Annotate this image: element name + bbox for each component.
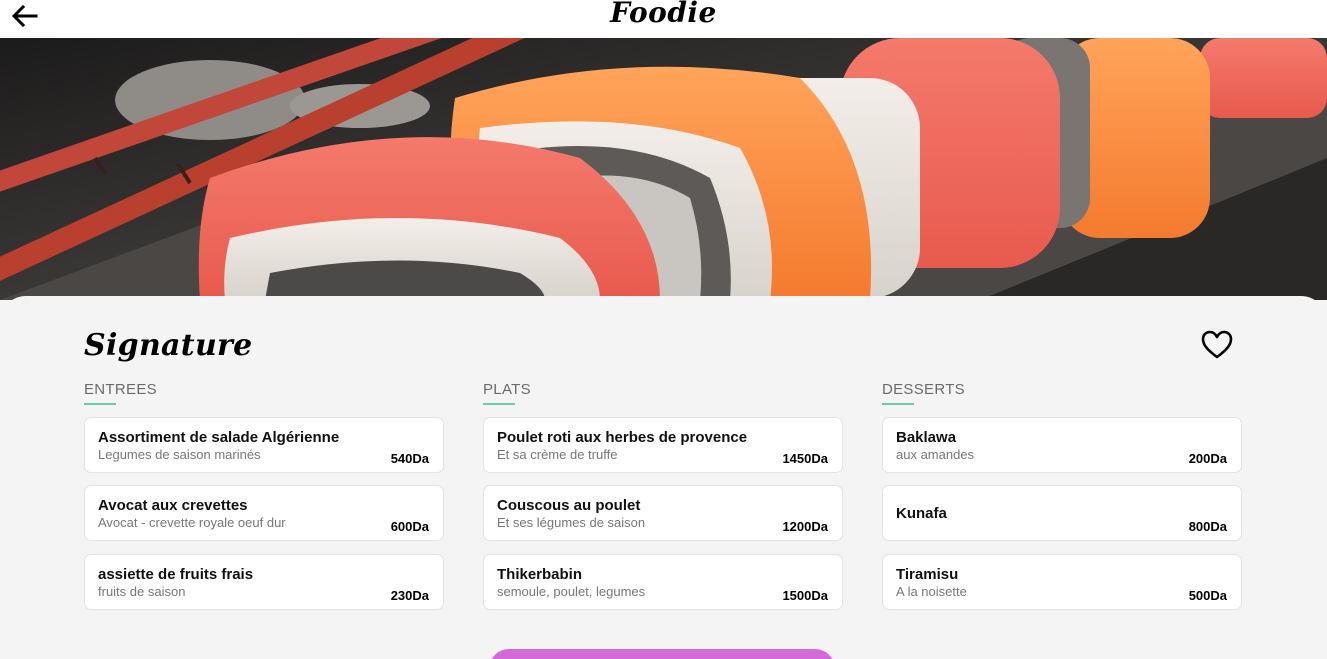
menu-item-price: 500Da bbox=[1188, 588, 1227, 603]
menu-item-name: Thikerbabin bbox=[497, 566, 583, 583]
menu-item-name: Avocat aux crevettes bbox=[98, 497, 248, 514]
menu-item-name: Tiramisu bbox=[896, 566, 959, 583]
menu-item-name: Kunafa bbox=[896, 505, 947, 522]
top-app-bar: Foodie bbox=[0, 0, 1327, 38]
menu-item-card[interactable]: Thikerbabin semoule, poulet, legumes 150… bbox=[483, 554, 843, 610]
column-entrees: ENTREES Assortiment de salade Algérienne… bbox=[84, 381, 444, 610]
menu-item-description: semoule, poulet, legumes bbox=[497, 584, 646, 599]
column-heading-underline bbox=[483, 403, 515, 405]
column-plats: PLATS Poulet roti aux herbes de provence… bbox=[483, 381, 843, 610]
menu-item-card[interactable]: Avocat aux crevettes Avocat - crevette r… bbox=[84, 485, 444, 541]
menu-item-card[interactable]: Poulet roti aux herbes de provence Et sa… bbox=[483, 417, 843, 473]
menu-item-price: 1500Da bbox=[782, 588, 828, 603]
brand-logo-text: Foodie bbox=[610, 0, 717, 29]
menu-item-description: Et ses légumes de saison bbox=[497, 515, 646, 530]
menu-item-card[interactable]: Kunafa 800Da bbox=[882, 485, 1242, 541]
column-desserts: DESSERTS Baklawa aux amandes 200Da Kunaf… bbox=[882, 381, 1242, 610]
menu-title: Signature bbox=[84, 328, 253, 363]
hero-image-sushi bbox=[0, 38, 1327, 300]
menu-item-card[interactable]: Assortiment de salade Algérienne Legumes… bbox=[84, 417, 444, 473]
column-heading: ENTREES bbox=[84, 381, 157, 398]
menu-item-price: 1450Da bbox=[782, 451, 828, 466]
menu-item-description: aux amandes bbox=[896, 447, 975, 462]
menu-item-price: 540Da bbox=[390, 451, 429, 466]
menu-item-name: Assortiment de salade Algérienne bbox=[98, 429, 340, 446]
menu-item-price: 800Da bbox=[1188, 519, 1227, 534]
favorite-button[interactable] bbox=[1200, 329, 1234, 361]
menu-item-card[interactable]: Tiramisu A la noisette 500Da bbox=[882, 554, 1242, 610]
menu-item-name: assiette de fruits frais bbox=[98, 566, 254, 583]
menu-item-description: fruits de saison bbox=[98, 584, 186, 599]
menu-item-description: Avocat - crevette royale oeuf dur bbox=[98, 515, 286, 530]
menu-item-name: Couscous au poulet bbox=[497, 497, 641, 514]
menu-item-name: Baklawa bbox=[896, 429, 957, 446]
menu-item-card[interactable]: Baklawa aux amandes 200Da bbox=[882, 417, 1242, 473]
menu-item-price: 200Da bbox=[1188, 451, 1227, 466]
menu-item-card[interactable]: Couscous au poulet Et ses légumes de sai… bbox=[483, 485, 843, 541]
menu-item-price: 1200Da bbox=[782, 519, 828, 534]
menu-item-price: 600Da bbox=[390, 519, 429, 534]
menu-item-description: A la noisette bbox=[896, 584, 967, 599]
menu-item-description: Et sa crème de truffe bbox=[497, 447, 618, 462]
heart-outline-icon bbox=[1201, 330, 1233, 359]
column-heading: DESSERTS bbox=[882, 381, 965, 398]
menu-item-description: Legumes de saison marinés bbox=[98, 447, 261, 462]
menu-item-card[interactable]: assiette de fruits frais fruits de saiso… bbox=[84, 554, 444, 610]
menu-item-price: 230Da bbox=[390, 588, 429, 603]
menu-item-name: Poulet roti aux herbes de provence bbox=[497, 429, 748, 446]
column-heading: PLATS bbox=[483, 381, 531, 398]
column-heading-underline bbox=[882, 403, 914, 405]
column-heading-underline bbox=[84, 403, 116, 405]
primary-action-button[interactable] bbox=[489, 649, 835, 659]
